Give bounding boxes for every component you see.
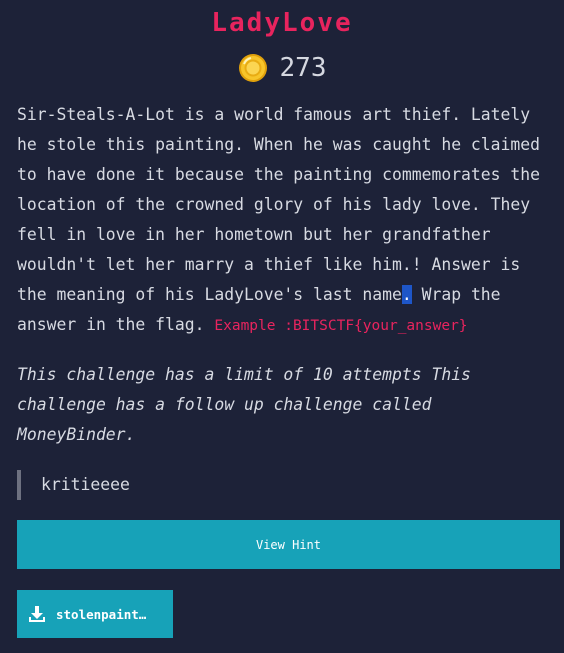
flag-example: Example :BITSCTF{your_answer} — [214, 318, 468, 334]
coin-icon — [238, 54, 267, 82]
attempts-note: This challenge has a limit of 10 attempt… — [17, 365, 471, 444]
view-hint-button[interactable]: View Hint — [17, 520, 560, 569]
challenge-author: kritieeee — [17, 470, 130, 500]
description-text: Sir-Steals-A-Lot is a world famous art t… — [17, 105, 541, 304]
challenge-title: LadyLove — [211, 8, 353, 38]
challenge-points: 273 — [0, 53, 564, 83]
points-value: 273 — [279, 53, 327, 83]
challenge-description: Sir-Steals-A-Lot is a world famous art t… — [17, 100, 557, 341]
download-file-button[interactable]: stolenpaint… — [17, 590, 173, 638]
file-name: stolenpaint… — [56, 606, 147, 622]
selected-text: . — [401, 285, 412, 304]
download-icon — [29, 606, 45, 622]
